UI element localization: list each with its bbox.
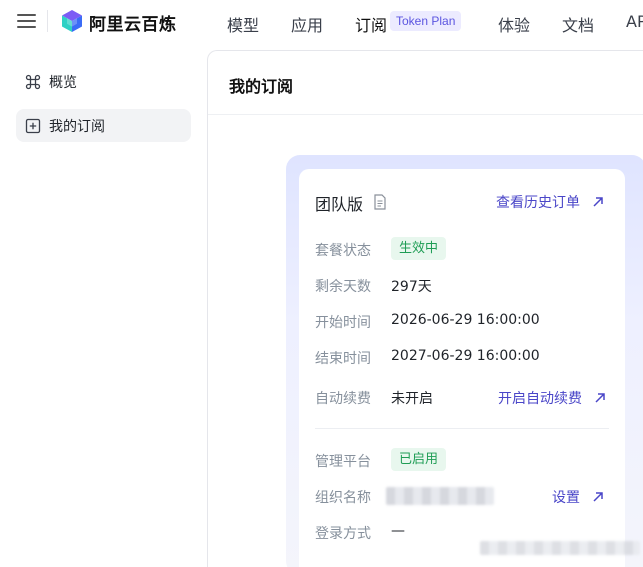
redacted-footer-text	[480, 541, 640, 555]
auto-renew-value: 未开启	[391, 391, 433, 407]
plan-status-badge: 生效中	[391, 237, 447, 260]
organization-name-redacted	[386, 487, 494, 505]
arrow-up-right-icon[interactable]	[592, 196, 604, 208]
login-method-value: —	[391, 523, 405, 539]
nav-api[interactable]: AP	[626, 12, 643, 31]
bailian-logo-icon[interactable]	[60, 9, 84, 33]
main-panel: 我的订阅 团队版 查看历史订单 套餐状态 生效中 剩余天数 297天 开始时间 …	[207, 50, 643, 567]
plan-status-label: 套餐状态	[315, 243, 371, 259]
plus-square-icon	[25, 118, 41, 134]
menu-icon[interactable]	[17, 13, 37, 29]
nav-models[interactable]: 模型	[227, 12, 259, 36]
management-platform-badge: 已启用	[391, 448, 447, 471]
nav-subscription[interactable]: 订阅	[355, 12, 387, 36]
brand-name[interactable]: 阿里云百炼	[89, 10, 177, 35]
title-divider	[208, 114, 643, 115]
remaining-days-label: 剩余天数	[315, 279, 371, 295]
enable-auto-renew-link[interactable]: 开启自动续费	[498, 388, 582, 408]
end-time-label: 结束时间	[315, 351, 371, 367]
header-divider	[47, 10, 48, 32]
organization-name-label: 组织名称	[315, 490, 371, 506]
sidebar: 概览 我的订阅	[0, 50, 207, 567]
login-method-label: 登录方式	[315, 526, 371, 542]
start-time-value: 2026-06-29 16:00:00	[391, 312, 540, 328]
document-icon[interactable]	[373, 194, 387, 210]
command-icon	[25, 74, 41, 90]
nav-docs[interactable]: 文档	[562, 12, 594, 36]
sidebar-item-overview[interactable]: 概览	[16, 65, 191, 98]
management-platform-label: 管理平台	[315, 454, 371, 470]
arrow-up-right-icon[interactable]	[592, 491, 604, 503]
plan-name: 团队版	[315, 195, 364, 214]
view-order-history-link[interactable]: 查看历史订单	[496, 192, 580, 212]
auto-renew-label: 自动续费	[315, 391, 371, 407]
token-plan-badge[interactable]: Token Plan	[390, 11, 462, 31]
arrow-up-right-icon[interactable]	[594, 392, 606, 404]
sidebar-item-label: 我的订阅	[49, 119, 105, 135]
subscription-card: 团队版 查看历史订单 套餐状态 生效中 剩余天数 297天 开始时间 2026-…	[299, 169, 625, 567]
nav-applications[interactable]: 应用	[291, 12, 323, 36]
page-title: 我的订阅	[229, 77, 294, 96]
organization-settings-link[interactable]: 设置	[552, 487, 580, 507]
start-time-label: 开始时间	[315, 315, 371, 331]
remaining-days-value: 297天	[391, 279, 432, 295]
top-bar: 阿里云百炼 模型 应用 订阅 Token Plan 体验 文档 AP	[0, 0, 643, 42]
card-divider	[315, 428, 609, 429]
nav-experience[interactable]: 体验	[498, 12, 530, 36]
sidebar-item-my-subscription[interactable]: 我的订阅	[16, 109, 191, 142]
end-time-value: 2027-06-29 16:00:00	[391, 348, 540, 364]
sidebar-item-label: 概览	[49, 75, 77, 91]
